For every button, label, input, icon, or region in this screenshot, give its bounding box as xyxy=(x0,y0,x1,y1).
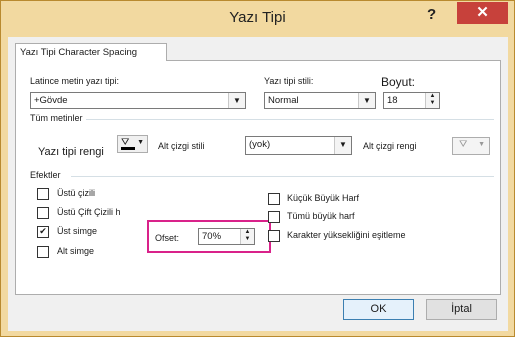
tab-panel: Latince metin yazı tipi: +Gövde ▼ Yazı t… xyxy=(15,60,501,295)
small-caps-label: Küçük Büyük Harf xyxy=(287,193,360,203)
effects-group-label: Efektler xyxy=(30,170,61,180)
latin-font-label: Latince metin yazı tipi: xyxy=(30,76,120,86)
spinner-arrows-icon[interactable]: ▲ ▼ xyxy=(425,93,439,108)
cancel-button[interactable]: İptal xyxy=(426,299,497,320)
underline-style-label: Alt çizgi stili xyxy=(158,141,205,151)
underline-color-button[interactable]: ⛛ ▼ xyxy=(452,137,490,155)
small-caps-checkbox[interactable] xyxy=(268,193,280,205)
subscript-label: Alt simge xyxy=(57,246,95,256)
ok-button[interactable]: OK xyxy=(343,299,414,320)
separator xyxy=(71,176,494,177)
font-color-button[interactable]: ⛛ ▼ xyxy=(117,135,148,153)
offset-spinner[interactable]: 70% ▲ ▼ xyxy=(198,228,255,245)
equalize-height-label: Karakter yüksekliğini eşitleme xyxy=(287,230,406,240)
font-style-label: Yazı tipi stili: xyxy=(264,76,314,86)
close-button[interactable]: ✕ xyxy=(457,2,508,24)
all-caps-label: Tümü büyük harf xyxy=(287,211,355,221)
latin-font-combo[interactable]: +Gövde ▼ xyxy=(30,92,246,109)
paint-bucket-icon: ⛛ xyxy=(459,139,468,150)
dialog-body: Yazı Tipi Character Spacing Latince meti… xyxy=(8,37,508,331)
underline-style-combo[interactable]: (yok) ▼ xyxy=(245,136,352,155)
double-strikethrough-label: Üstü Çift Çizili h xyxy=(57,207,121,217)
size-spinner[interactable]: 18 ▲ ▼ xyxy=(383,92,440,109)
all-caps-checkbox[interactable] xyxy=(268,211,280,223)
strikethrough-checkbox[interactable] xyxy=(37,188,49,200)
latin-font-value: +Gövde xyxy=(34,95,68,106)
double-strikethrough-checkbox[interactable] xyxy=(37,207,49,219)
font-style-combo[interactable]: Normal ▼ xyxy=(264,92,376,109)
close-icon: ✕ xyxy=(476,4,489,21)
superscript-label: Üst simge xyxy=(57,226,98,236)
font-color-label: Yazı tipi rengi xyxy=(38,146,104,158)
tab-font[interactable]: Yazı Tipi Character Spacing xyxy=(15,43,167,61)
offset-label: Ofset: xyxy=(155,233,180,243)
offset-value: 70% xyxy=(202,231,222,242)
font-dialog: Yazı Tipi ? ✕ Yazı Tipi Character Spacin… xyxy=(0,0,515,337)
title-bar: Yazı Tipi ? ✕ xyxy=(1,1,514,35)
underline-style-value: (yok) xyxy=(249,139,271,150)
all-text-group-label: Tüm metinler xyxy=(30,113,83,123)
superscript-checkbox[interactable]: ✔ xyxy=(37,226,49,238)
chevron-down-icon[interactable]: ▼ xyxy=(334,137,351,154)
spinner-arrows-icon[interactable]: ▲ ▼ xyxy=(240,229,254,244)
window-title: Yazı Tipi xyxy=(229,9,286,26)
font-style-value: Normal xyxy=(268,95,299,106)
color-swatch xyxy=(121,147,135,150)
chevron-down-icon[interactable]: ▼ xyxy=(228,93,245,108)
underline-color-label: Alt çizgi rengi xyxy=(363,141,417,151)
chevron-down-icon: ▼ xyxy=(137,139,144,146)
checkmark-icon: ✔ xyxy=(39,226,47,236)
equalize-height-checkbox[interactable] xyxy=(268,230,280,242)
chevron-down-icon: ▼ xyxy=(478,141,485,148)
size-label: Boyut: xyxy=(381,75,416,89)
separator xyxy=(86,119,494,120)
chevron-down-icon[interactable]: ▼ xyxy=(358,93,375,108)
strikethrough-label: Üstü çizili xyxy=(57,188,96,198)
help-button[interactable]: ? xyxy=(427,6,436,23)
size-value: 18 xyxy=(387,95,398,106)
subscript-checkbox[interactable] xyxy=(37,246,49,258)
